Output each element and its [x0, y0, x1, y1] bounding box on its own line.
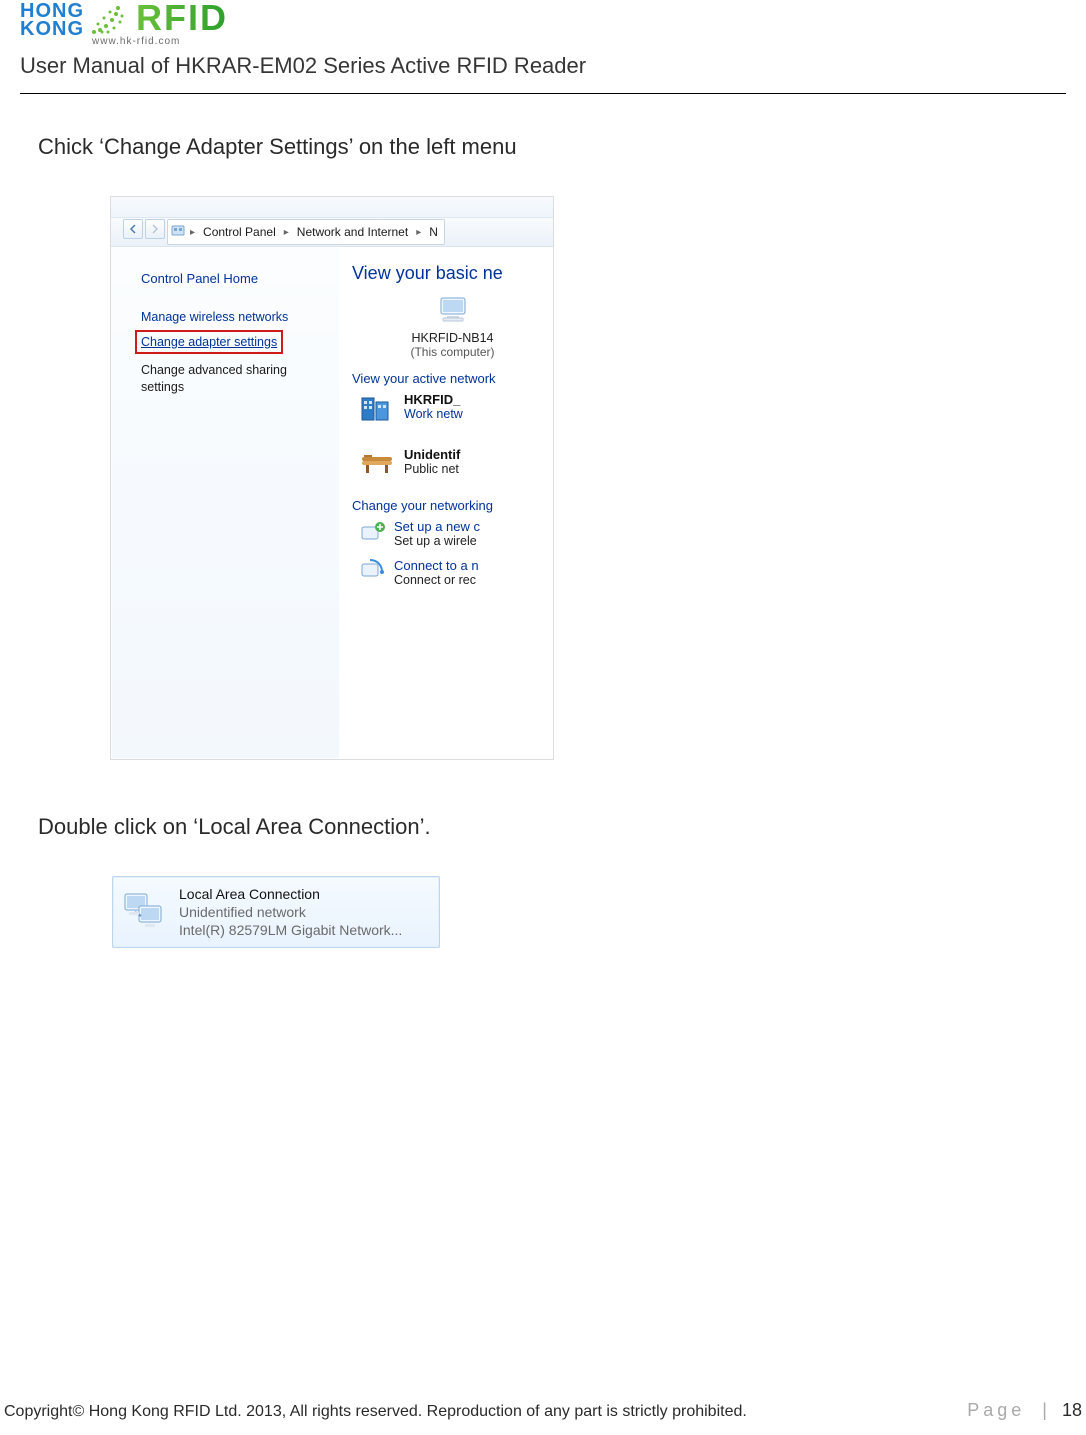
network-row-work: HKRFID_ Work netw: [358, 392, 553, 429]
this-computer-block: HKRFID-NB14 (This computer): [352, 294, 553, 359]
copyright-text: Copyright© Hong Kong RFID Ltd. 2013, All…: [4, 1403, 747, 1421]
network-adapter-icon: [121, 888, 169, 937]
change-advanced-sharing-link[interactable]: Change advanced sharing settings: [141, 362, 327, 396]
screenshot-local-area-connection[interactable]: Local Area Connection Unidentified netwo…: [112, 876, 440, 948]
network-info-work: HKRFID_ Work netw: [404, 392, 463, 421]
page-number: 18: [1062, 1400, 1082, 1420]
manage-wireless-link[interactable]: Manage wireless networks: [141, 308, 327, 326]
breadcrumb-item-partial[interactable]: N: [429, 225, 438, 239]
page-footer: Copyright© Hong Kong RFID Ltd. 2013, All…: [4, 1400, 1082, 1421]
option-connect-title: Connect to a n: [394, 558, 479, 573]
network-info-unidentified: Unidentif Public net: [404, 447, 460, 476]
network-row-unidentified: Unidentif Public net: [358, 447, 553, 480]
network-type-work[interactable]: Work netw: [404, 407, 463, 421]
connect-network-icon: [360, 558, 386, 585]
lac-title: Local Area Connection: [179, 885, 402, 903]
computer-name-label: HKRFID-NB14: [352, 331, 553, 345]
logo-hongkong: HONG KONG: [20, 2, 84, 38]
network-name-unidentified: Unidentif: [404, 447, 460, 462]
manual-title: User Manual of HKRAR-EM02 Series Active …: [20, 53, 1066, 79]
breadcrumb-item-control-panel[interactable]: Control Panel: [203, 225, 276, 239]
document-page: HONG KONG RFID www.hk-rfid.com User Manu…: [0, 0, 1086, 1435]
option-setup-sub: Set up a wirele: [394, 534, 480, 548]
logo-rfid-text: RFID: [136, 2, 228, 34]
page-number-block: Page | 18: [967, 1400, 1082, 1421]
lac-text-block: Local Area Connection Unidentified netwo…: [179, 885, 402, 939]
lac-device: Intel(R) 82579LM Gigabit Network...: [179, 921, 402, 939]
control-panel-icon: [171, 223, 185, 237]
setup-connection-icon: [360, 519, 386, 546]
breadcrumb-frame[interactable]: ▸ Control Panel ▸ Network and Internet ▸…: [167, 219, 445, 245]
lac-status: Unidentified network: [179, 903, 402, 921]
header-divider: [20, 93, 1066, 94]
option-setup-new[interactable]: Set up a new c Set up a wirele: [360, 519, 553, 548]
logo-hk-line2: KONG: [20, 20, 84, 38]
this-computer-label: (This computer): [352, 345, 553, 359]
heading-active-networks: View your active network: [352, 371, 553, 386]
chevron-right-icon: ▸: [190, 227, 195, 238]
network-type-public: Public net: [404, 462, 460, 476]
nav-back-button[interactable]: [123, 219, 143, 239]
instruction-1: Chick ‘Change Adapter Settings’ on the l…: [38, 134, 1066, 160]
control-panel-home-link[interactable]: Control Panel Home: [141, 271, 327, 286]
option-connect-sub: Connect or rec: [394, 573, 479, 587]
page-label: Page: [967, 1400, 1025, 1420]
breadcrumb-item-network-internet[interactable]: Network and Internet: [297, 225, 408, 239]
breadcrumb-bar: ▸ Control Panel ▸ Network and Internet ▸…: [111, 218, 553, 247]
change-adapter-settings-link[interactable]: Change adapter settings: [135, 330, 283, 354]
public-network-icon: [358, 447, 394, 480]
option-setup-title: Set up a new c: [394, 519, 480, 534]
chevron-right-icon: ▸: [416, 227, 421, 238]
heading-basic-network: View your basic ne: [352, 263, 553, 284]
window-titlebar-strip: [111, 197, 553, 218]
heading-change-networking: Change your networking: [352, 498, 553, 513]
right-content-pane: View your basic ne HKRFID-NB14 (This com…: [339, 247, 553, 760]
computer-icon: [352, 294, 553, 329]
option-connect-network[interactable]: Connect to a n Connect or rec: [360, 558, 553, 587]
nav-forward-button[interactable]: [145, 219, 165, 239]
work-network-icon: [358, 392, 394, 429]
logo-subtext: www.hk-rfid.com: [92, 36, 1066, 47]
screenshot-network-center: ▸ Control Panel ▸ Network and Internet ▸…: [110, 196, 554, 760]
window-body: Control Panel Home Manage wireless netwo…: [111, 247, 553, 760]
page-separator: |: [1042, 1400, 1047, 1420]
network-name-work: HKRFID_: [404, 392, 463, 407]
logo-row: HONG KONG RFID: [20, 0, 1066, 38]
chevron-right-icon: ▸: [284, 227, 289, 238]
rfid-dots-icon: [88, 2, 128, 38]
instruction-2: Double click on ‘Local Area Connection’.: [38, 814, 1066, 840]
left-sidebar: Control Panel Home Manage wireless netwo…: [111, 247, 339, 760]
